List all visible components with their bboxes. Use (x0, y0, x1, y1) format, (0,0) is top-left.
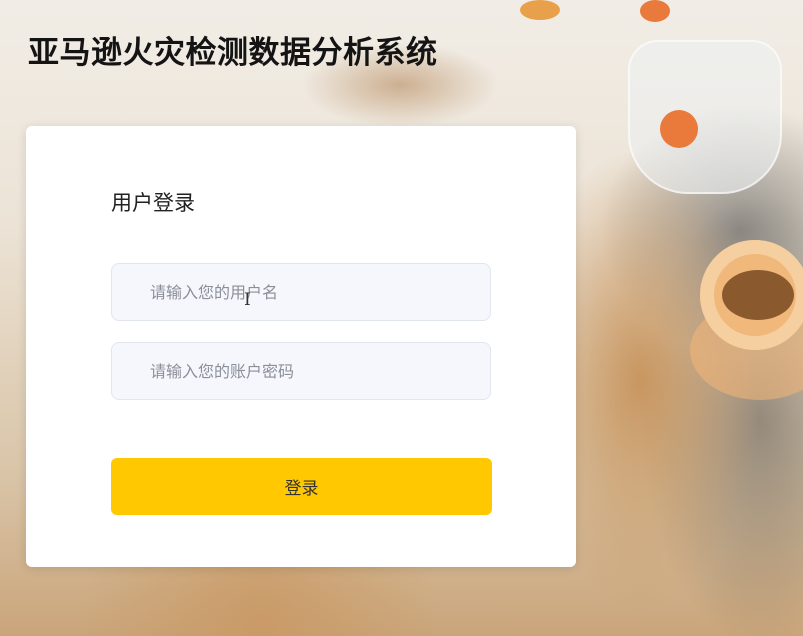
coffee-decoration (722, 270, 794, 320)
username-input[interactable] (112, 264, 490, 320)
login-heading: 用户登录 (111, 191, 195, 215)
flower-decoration (660, 110, 698, 148)
login-button[interactable]: 登录 (111, 458, 492, 515)
app-title: 亚马逊火灾检测数据分析系统 (28, 35, 438, 71)
username-field-container (111, 263, 491, 321)
flower-decoration (640, 0, 670, 22)
text-cursor-icon: I (244, 290, 251, 310)
login-page: 亚马逊火灾检测数据分析系统 用户登录 登录 I (0, 0, 803, 636)
vase-decoration (628, 40, 782, 194)
password-input[interactable] (112, 343, 490, 399)
flower-decoration (520, 0, 560, 20)
password-field-container (111, 342, 491, 400)
login-card: 用户登录 登录 (26, 126, 576, 567)
